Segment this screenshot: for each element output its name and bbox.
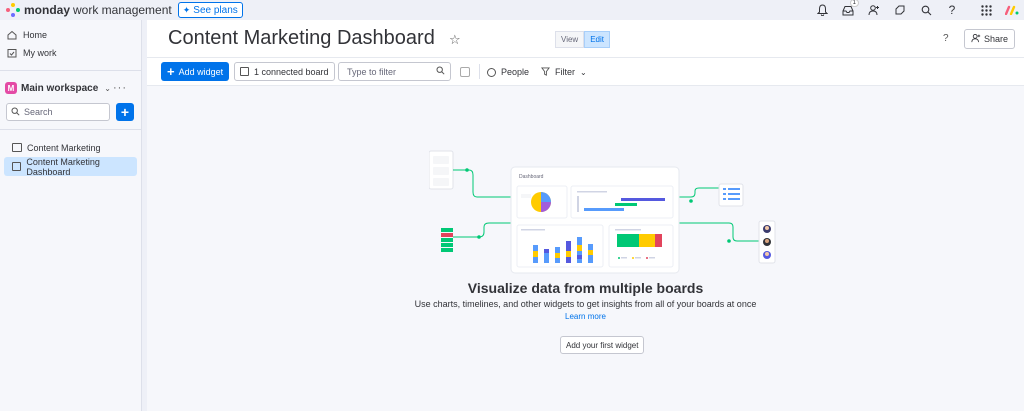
filter-input[interactable]: Type to filter <box>338 62 451 81</box>
toolbar-divider <box>479 64 480 79</box>
help-icon[interactable]: ? <box>943 33 949 44</box>
search-icon <box>436 66 445 77</box>
learn-more-label[interactable]: Learn more <box>565 312 606 321</box>
chevron-down-icon: ⌄ <box>104 83 111 93</box>
filter-icon <box>541 66 550 78</box>
filter-label: Filter <box>555 67 575 77</box>
page-title[interactable]: Content Marketing Dashboard <box>168 27 435 50</box>
notification-badge: 1 <box>849 0 859 7</box>
share-button[interactable]: Share <box>964 29 1016 49</box>
monday-logo[interactable]: monday work management <box>6 3 172 17</box>
search-icon[interactable] <box>918 2 934 18</box>
filter-button[interactable]: Filter ⌄ <box>541 63 587 81</box>
monday-logo-icon[interactable] <box>1004 2 1020 18</box>
share-label: Share <box>984 34 1009 44</box>
sidebar-item-label: My work <box>23 48 57 58</box>
board-icon <box>240 67 249 76</box>
main-content: Content Marketing Dashboard ☆ View Edit … <box>147 20 1024 411</box>
workspace-selector[interactable]: M Main workspace ⌄ ··· <box>0 79 141 97</box>
sidebar-item-home[interactable]: Home <box>0 26 141 44</box>
sidebar-item-label: Content Marketing <box>27 142 101 153</box>
chevron-down-icon: ⌄ <box>580 67 587 77</box>
add-widget-button[interactable]: + Add widget <box>161 62 230 81</box>
sparkle-icon: ✦ <box>182 4 191 15</box>
dashboard-toolbar: + Add widget 1 connected board Type to f… <box>147 58 1024 86</box>
dashboard-icon <box>12 162 22 171</box>
see-plans-label: See plans <box>193 4 238 16</box>
invite-icon[interactable] <box>866 2 882 18</box>
add-person-icon <box>971 33 981 45</box>
sidebar-divider <box>0 129 141 130</box>
grid-icon[interactable] <box>978 2 994 18</box>
add-widget-label: Add widget <box>178 66 224 77</box>
board-icon <box>12 143 22 152</box>
save-view-icon[interactable] <box>460 67 470 77</box>
star-icon[interactable]: ☆ <box>449 32 461 48</box>
bell-icon[interactable] <box>814 2 830 18</box>
filter-placeholder: Type to filter <box>347 66 397 77</box>
view-mode-button[interactable]: View <box>555 31 585 48</box>
sidebar-item-content-marketing[interactable]: Content Marketing <box>4 138 137 157</box>
sidebar-item-content-marketing-dashboard[interactable]: Content Marketing Dashboard <box>4 156 137 177</box>
workspace-name: Main workspace <box>21 82 99 94</box>
edit-mode-button[interactable]: Edit <box>584 31 610 48</box>
monday-logo-icon <box>6 3 20 17</box>
sidebar-item-label: Content Marketing Dashboard <box>26 156 100 177</box>
sidebar-search-input[interactable]: Search <box>6 103 110 121</box>
person-icon <box>487 67 496 77</box>
sidebar-item-my-work[interactable]: My work <box>0 44 141 62</box>
empty-state-subtitle: Use charts, timelines, and other widgets… <box>414 299 757 309</box>
inbox-icon[interactable]: 1 <box>840 0 859 18</box>
search-icon <box>11 106 20 118</box>
sidebar-divider <box>0 70 141 71</box>
dashboard-header: Content Marketing Dashboard ☆ View Edit … <box>147 20 1024 58</box>
sidebar-search-row: Search + <box>0 103 141 121</box>
illustration-status-stack <box>441 228 453 252</box>
plus-icon: + <box>167 64 175 79</box>
learn-more-link[interactable]: Learn more <box>147 312 1024 321</box>
illustration-table-widget <box>429 150 454 190</box>
sidebar-item-label: Home <box>23 30 48 40</box>
top-bar: monday work management ✦ See plans 1 ? <box>0 0 1024 20</box>
brand-product: work management <box>73 3 172 17</box>
add-first-widget-button[interactable]: Add your first widget <box>560 336 645 354</box>
search-placeholder: Search <box>24 107 53 117</box>
see-plans-button[interactable]: ✦ See plans <box>177 2 243 18</box>
connected-boards-button[interactable]: 1 connected board <box>234 62 335 81</box>
brand-name: monday <box>24 3 71 17</box>
illustration-list-widget <box>718 183 744 207</box>
workspace-badge: M <box>5 82 17 94</box>
help-icon[interactable]: ? <box>944 2 960 18</box>
top-icons: 1 ? <box>804 0 1024 20</box>
calendar-check-icon <box>7 48 17 58</box>
empty-state-title: Visualize data from multiple boards <box>467 280 704 296</box>
home-icon <box>7 30 17 40</box>
view-edit-toggle: View Edit <box>555 31 610 48</box>
connected-boards-label: 1 connected board <box>254 66 329 77</box>
illustration-avatars <box>758 220 776 264</box>
people-label: People <box>501 67 530 77</box>
dashboard-illustration: Dashboard <box>429 150 776 274</box>
illustration-dashboard-card: Dashboard <box>510 166 680 274</box>
more-options-icon[interactable]: ··· <box>113 82 127 94</box>
illustration-card-title: Dashboard <box>519 174 544 180</box>
add-item-button[interactable]: + <box>116 103 134 121</box>
apps-icon[interactable] <box>892 2 908 18</box>
people-filter-button[interactable]: People <box>487 63 529 81</box>
left-sidebar: Home My work M Main workspace ⌄ ··· Sear… <box>0 20 142 411</box>
